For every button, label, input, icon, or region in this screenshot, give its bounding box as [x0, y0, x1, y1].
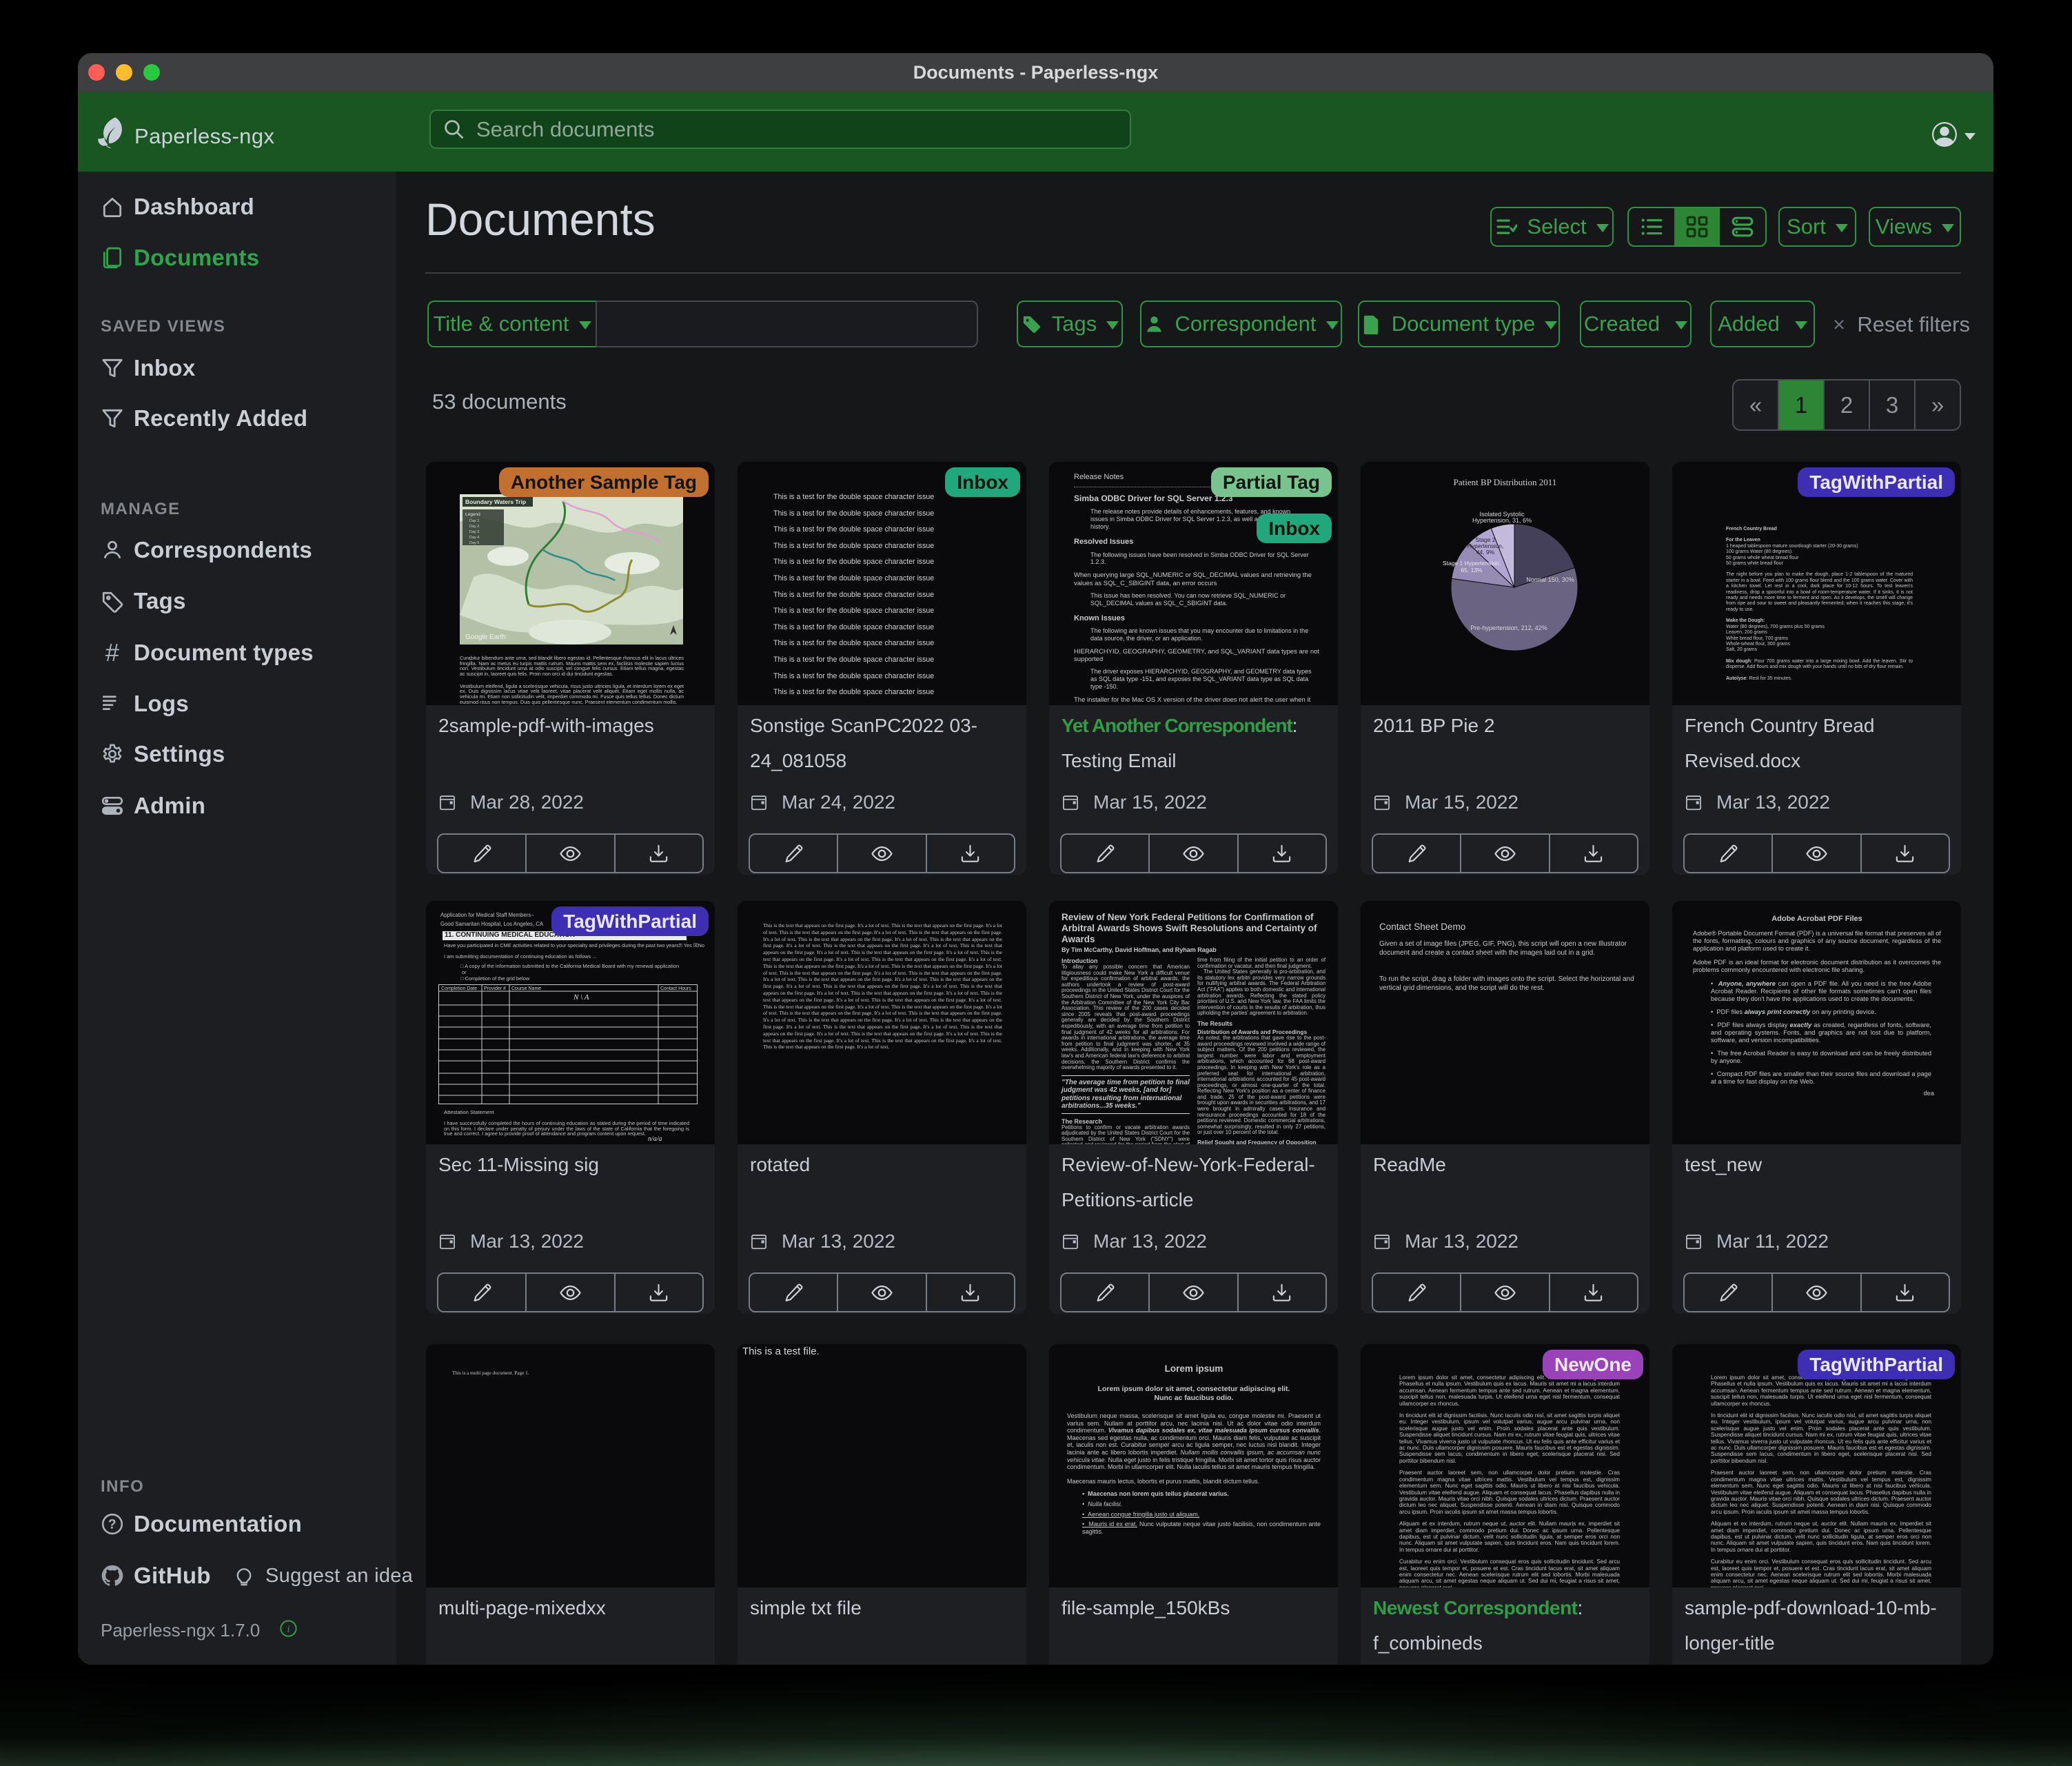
svg-text:Day 1: Day 1 [469, 519, 479, 523]
svg-text:Google Earth: Google Earth [465, 633, 506, 641]
svg-text:Completion Date: Completion Date [441, 986, 477, 991]
svg-text:Legend: Legend [465, 512, 480, 517]
svg-text:Normal 150, 30%: Normal 150, 30% [1526, 576, 1574, 583]
svg-text:44, 9%: 44, 9% [1476, 549, 1495, 556]
svg-text:Boundary Waters Trip: Boundary Waters Trip [465, 498, 526, 505]
svg-text:65, 13%: 65, 13% [1461, 567, 1483, 574]
svg-text:Pre-hypertension, 212, 42%: Pre-hypertension, 212, 42% [1470, 625, 1547, 631]
svg-text:Day 3: Day 3 [469, 530, 479, 534]
svg-text:Day 2: Day 2 [469, 525, 479, 529]
svg-text:Course Name: Course Name [511, 986, 541, 991]
svg-text:?: ? [108, 1517, 116, 1532]
svg-text:N \ A: N \ A [573, 993, 589, 1002]
svg-text:Stage 1 Hypertension,: Stage 1 Hypertension, [1443, 560, 1501, 567]
svg-text:Provider #: Provider # [484, 986, 506, 991]
svg-text:Day 4: Day 4 [469, 536, 479, 540]
svg-text:Contact Hours: Contact Hours [660, 986, 691, 991]
svg-text:Hypertension, 31, 6%: Hypertension, 31, 6% [1472, 517, 1532, 524]
svg-text:i: i [287, 1624, 290, 1635]
svg-text:Day 5: Day 5 [469, 541, 479, 545]
